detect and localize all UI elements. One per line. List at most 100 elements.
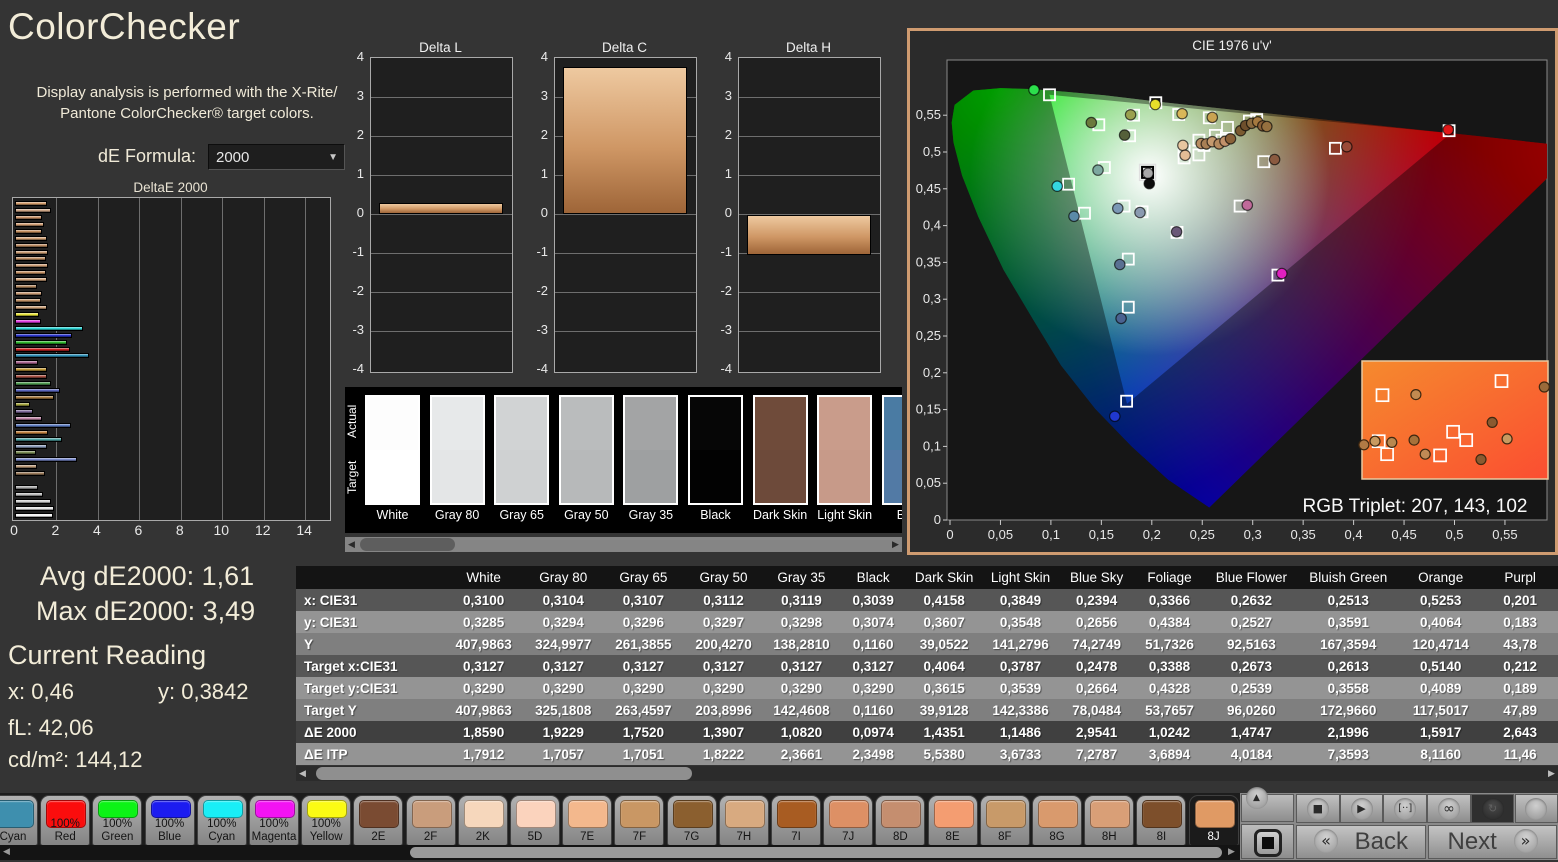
scroll-left-icon[interactable]: ◀ [0,845,13,860]
back-button[interactable]: « Back [1296,825,1426,859]
table-cell: 0,2656 [1060,611,1134,633]
table-cell: 0,2632 [1205,589,1297,611]
patch-tile-7g[interactable]: 7G [667,795,717,846]
inset-measured-point [1420,449,1430,459]
stop-button[interactable]: ■ [1296,794,1340,823]
patch-tile-8i[interactable]: 8I [1136,795,1186,846]
table-cell: 117,5017 [1399,699,1482,721]
y-tick-label: 1 [516,166,548,181]
patch-tile-7h[interactable]: 7H [719,795,769,846]
table-cell: 1,0242 [1134,721,1206,743]
table-cell: 51,7326 [1134,633,1206,655]
patch-tile-100-yellow[interactable]: 100%Yellow [301,795,351,846]
table-cell: 0,189 [1482,677,1558,699]
gridline [739,175,880,176]
patch-tile-100-magenta[interactable]: 100%Magenta [249,795,299,846]
table-cell: 142,3386 [981,699,1059,721]
scroll-right-icon[interactable]: ▶ [1225,845,1238,860]
column-header: Gray 65 [603,566,684,589]
step-frame-icon: [··] [1394,798,1416,820]
patch-tile-8d[interactable]: 8D [875,795,925,846]
step-frame-button[interactable]: [··] [1383,794,1427,823]
patch-tile-2e[interactable]: 2E [353,795,403,846]
swatch-strip-scrollbar[interactable]: ◀ ▶ [345,537,902,552]
patch-color-chip [725,800,765,828]
patch-tile-2f[interactable]: 2F [406,795,456,846]
gridline [555,214,696,215]
patch-tile-100-green[interactable]: 100%Green [92,795,142,846]
loop-infinite-button[interactable]: ∞ [1427,794,1471,823]
patch-tile-2k[interactable]: 2K [458,795,508,846]
scroll-left-icon[interactable]: ◀ [296,766,309,781]
scroll-right-icon[interactable]: ▶ [889,537,902,552]
patch-tile-cyan[interactable]: Cyan [0,795,38,846]
record-button[interactable] [1515,794,1558,823]
table-cell: 0,3112 [684,589,764,611]
table-cell: 141,2796 [981,633,1059,655]
patch-tile-100red[interactable]: 100% Red [40,795,90,846]
table-cell: 0,4328 [1134,677,1206,699]
patch-tile-8f[interactable]: 8F [980,795,1030,846]
patch-tile-5d[interactable]: 5D [510,795,560,846]
table-cell: 1,4747 [1205,721,1297,743]
swatch-dark-skin [753,395,808,505]
swatch-gray-65 [494,395,549,505]
scroll-left-icon[interactable]: ◀ [345,537,358,552]
de-bar [15,222,44,227]
table-scrollbar[interactable]: ◀ ▶ [296,766,1558,781]
patch-color-chip [464,800,504,828]
patch-tile-100-cyan[interactable]: 100%Cyan [197,795,247,846]
measured-point [1069,211,1079,221]
measured-point [1150,99,1160,109]
patch-tile-8j[interactable]: 8J [1189,795,1239,846]
gridline [555,331,696,332]
table-cell: 0,201 [1482,589,1558,611]
x-tick-label: 4 [93,522,101,538]
y-tick-label: 1 [332,166,364,181]
x-tick-label: 0 [946,527,953,542]
patch-tile-8h[interactable]: 8H [1084,795,1134,846]
scrollbar-thumb[interactable] [410,847,1222,858]
de-bar [15,430,48,435]
next-button[interactable]: Next » [1428,825,1557,859]
patch-tile-7i[interactable]: 7I [771,795,821,846]
patch-tile-8g[interactable]: 8G [1032,795,1082,846]
patch-tile-8e[interactable]: 8E [928,795,978,846]
delta-chart-title: Delta C [554,40,695,55]
patch-color-chip [673,800,713,828]
play-button[interactable]: ▶ [1340,794,1384,823]
de-bar [15,229,42,234]
table-cell: 2,643 [1482,721,1558,743]
de-formula-dropdown[interactable]: 2000 ▼ [208,144,345,170]
table-cell: 0,4064 [1399,611,1482,633]
patch-tile-label: 7F [615,831,663,844]
patch-tile-7f[interactable]: 7F [614,795,664,846]
table-cell: 0,3787 [981,655,1059,677]
scrollbar-thumb[interactable] [360,538,455,551]
measurement-table-grid: WhiteGray 80Gray 65Gray 50Gray 35BlackDa… [296,566,1558,765]
scrollbar-thumb[interactable] [316,767,692,780]
de-bar [15,250,48,255]
deltae-chart-x-axis: 02468101214 [12,522,342,538]
y-tick-label: 0,45 [916,181,941,196]
patch-tile-7e[interactable]: 7E [562,795,612,846]
toolbar-scrollbar[interactable]: ◀ ▶ [0,845,1240,860]
x-tick-label: 2 [52,522,60,538]
table-cell: 0,3607 [907,611,982,633]
x-tick-label: 0,1 [1042,527,1060,542]
scroll-right-icon[interactable]: ▶ [1545,766,1558,781]
swatch-white [365,395,420,505]
y-tick-label: 2 [700,127,732,142]
patch-color-chip [777,800,817,828]
pattern-window-button[interactable] [1241,824,1294,859]
current-fl-value: fL: 42,06 [8,715,94,741]
refresh-button[interactable]: ↻ [1471,794,1515,823]
measured-point [1113,203,1123,213]
patch-color-chip [568,800,608,828]
patch-tile-100-blue[interactable]: 100%Blue [145,795,195,846]
y-tick-label: -2 [516,283,548,298]
gridline [371,331,512,332]
row-label: ΔE 2000 [296,721,444,743]
scroll-up-button[interactable]: ▲ [1241,794,1294,822]
patch-tile-7j[interactable]: 7J [823,795,873,846]
